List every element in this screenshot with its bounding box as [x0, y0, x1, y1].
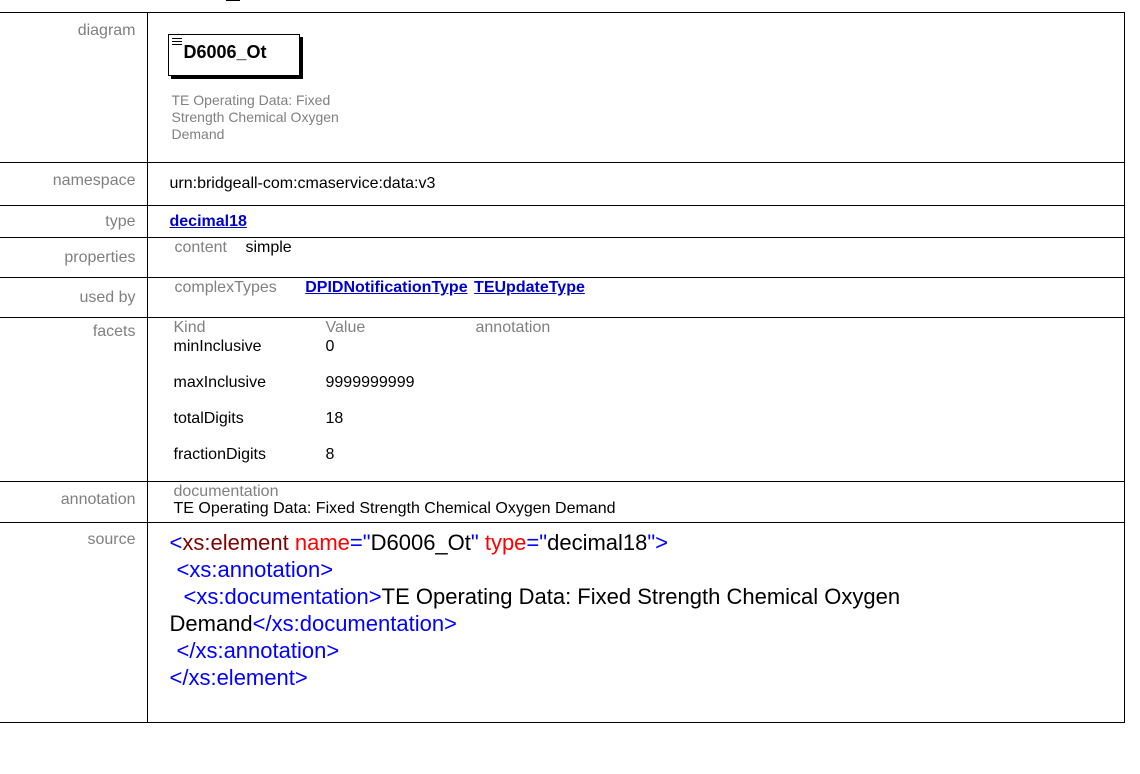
label-type: type: [0, 205, 148, 238]
facet-kind: fractionDigits: [173, 446, 266, 463]
facet-value: 8: [325, 446, 335, 463]
used-by-link-teupdatetype[interactable]: TEUpdateType: [474, 279, 585, 296]
properties-key: content: [174, 239, 227, 256]
used-by-link-dpidnotificationtype[interactable]: DPIDNotificationType: [305, 279, 467, 296]
diagram-area: D6006_Ot TE Operating Data: Fixed Streng…: [148, 13, 1125, 162]
source-line: </xs:annotation>: [176, 638, 340, 663]
source-line: <xs:annotation>: [176, 557, 334, 582]
source-code: <xs:element name="D6006_Ot" type="decima…: [170, 523, 1125, 691]
namespace-value: urn:bridgeall-com:cmaservice:data:v3: [147, 162, 1125, 206]
row-namespace: namespace urn:bridgeall-com:cmaservice:d…: [0, 162, 1125, 206]
source-line: <xs:documentation>TE Operating Data: Fix…: [183, 584, 901, 609]
element-content-icon: [171, 38, 182, 47]
row-used-by: used by complexTypes DPIDNotificationTyp…: [0, 277, 1125, 318]
facets-header-annotation: annotation: [475, 319, 551, 336]
source-line: <xs:element name="D6006_Ot" type="decima…: [169, 530, 669, 555]
facets-header-value: Value: [325, 319, 366, 336]
label-properties: properties: [0, 237, 148, 278]
label-source: source: [0, 522, 148, 723]
row-facets: facets Kind Value annotation minInclusiv…: [0, 317, 1125, 482]
type-link[interactable]: decimal18: [170, 213, 247, 230]
diagram-documentation: TE Operating Data: Fixed Strength Chemic…: [171, 92, 339, 142]
row-source: source <xs:element name="D6006_Ot" type=…: [0, 522, 1125, 723]
label-annotation: annotation: [0, 481, 148, 523]
annotation-key: documentation: [173, 483, 279, 500]
facet-value: 9999999999: [325, 374, 415, 391]
facets-header-kind: Kind: [173, 319, 206, 336]
row-diagram: diagram D6006_Ot TE Operating Data: Fixe…: [0, 12, 1125, 163]
row-type: type decimal18: [0, 205, 1125, 238]
row-annotation: annotation documentation TE Operating Da…: [0, 481, 1125, 523]
source-line: Demand</xs:documentation>: [169, 611, 457, 636]
facet-value: 0: [325, 338, 335, 355]
facet-kind: maxInclusive: [173, 374, 266, 391]
used-by-key: complexTypes: [174, 279, 277, 296]
label-facets: facets: [0, 317, 148, 482]
properties-value: simple: [245, 239, 292, 256]
element-doc-table: diagram D6006_Ot TE Operating Data: Fixe…: [0, 12, 1125, 723]
label-namespace: namespace: [0, 162, 148, 206]
label-diagram: diagram: [0, 12, 148, 163]
facet-kind: minInclusive: [173, 338, 262, 355]
element-name: D6006_Ot: [183, 42, 267, 62]
label-used-by: used by: [0, 277, 148, 318]
facet-kind: totalDigits: [173, 410, 244, 427]
facets-table: Kind Value annotation minInclusive 0 max…: [174, 320, 1125, 480]
annotation-text: TE Operating Data: Fixed Strength Chemic…: [173, 500, 616, 517]
facet-value: 18: [325, 410, 344, 427]
element-box[interactable]: D6006_Ot: [167, 34, 300, 76]
source-line: </xs:element>: [169, 665, 308, 690]
row-properties: properties content simple: [0, 237, 1125, 278]
